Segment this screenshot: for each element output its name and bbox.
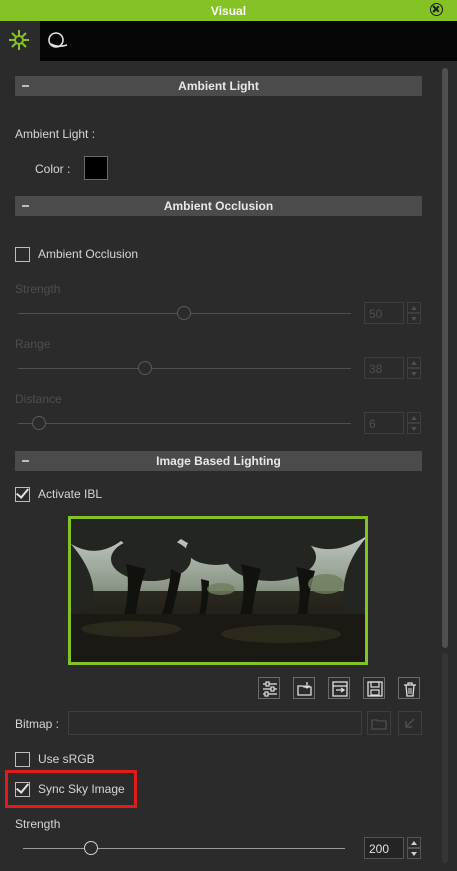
ambient-color-swatch[interactable] <box>84 156 108 180</box>
scrollbar-track[interactable] <box>442 653 448 863</box>
sync-sky-image-checkbox[interactable] <box>15 780 30 797</box>
ao-distance-label: Distance <box>15 392 62 406</box>
window-title: Visual <box>210 4 247 18</box>
ibl-import-button[interactable] <box>328 677 350 699</box>
tab-lighting[interactable] <box>0 21 40 61</box>
section-title: Image Based Lighting <box>156 454 281 468</box>
environment-icon <box>48 32 68 48</box>
section-title: Ambient Occlusion <box>163 199 274 213</box>
section-header-ibl[interactable]: Image Based Lighting <box>15 451 422 471</box>
ao-range-slider[interactable] <box>18 368 351 369</box>
ao-distance-slider[interactable] <box>18 423 351 424</box>
ibl-strength-label: Strength <box>15 817 61 831</box>
ibl-strength-spinner[interactable] <box>407 837 421 859</box>
ao-range-slider-knob[interactable] <box>138 361 152 375</box>
ao-strength-value[interactable]: 50 <box>364 302 404 324</box>
folder-icon <box>371 719 387 730</box>
ibl-open-button[interactable] <box>293 677 315 699</box>
ibl-image-preview[interactable] <box>68 516 368 665</box>
arrow-icon <box>405 718 415 728</box>
save-icon <box>367 681 383 697</box>
use-srgb-checkbox[interactable] <box>15 752 30 767</box>
bitmap-path-field[interactable] <box>68 711 362 735</box>
ambient-occlusion-label: Ambient Occlusion <box>38 247 139 261</box>
activate-ibl-label: Activate IBL <box>38 487 103 501</box>
section-header-ambient-light[interactable]: Ambient Light <box>15 76 422 96</box>
ibl-settings-button[interactable] <box>258 677 280 699</box>
ao-range-label: Range <box>15 337 51 351</box>
ao-range-value[interactable]: 38 <box>364 357 404 379</box>
sync-sky-image-label: Sync Sky Image <box>38 782 125 796</box>
tab-bar <box>0 21 457 61</box>
ibl-save-button[interactable] <box>363 677 385 699</box>
delete-icon <box>404 682 416 697</box>
ao-distance-slider-knob[interactable] <box>32 416 46 430</box>
ao-strength-slider-knob[interactable] <box>177 306 191 320</box>
title-bar: Visual <box>0 0 457 21</box>
ibl-strength-slider[interactable] <box>23 848 345 849</box>
bitmap-label: Bitmap : <box>15 717 60 731</box>
tab-environment[interactable] <box>42 21 72 61</box>
scrollbar[interactable] <box>440 68 452 868</box>
section-header-ambient-occlusion[interactable]: Ambient Occlusion <box>15 196 422 216</box>
ibl-panorama-image <box>71 519 365 662</box>
color-label: Color : <box>35 162 71 176</box>
checkmark-icon <box>15 780 30 794</box>
settings-sliders-icon <box>263 681 277 697</box>
checkmark-icon <box>15 485 30 499</box>
ambient-occlusion-checkbox[interactable] <box>15 247 30 262</box>
sun-icon <box>9 30 29 50</box>
ao-distance-spinner[interactable] <box>407 412 421 434</box>
scrollbar-thumb[interactable] <box>442 68 448 648</box>
section-title: Ambient Light <box>178 79 259 93</box>
activate-ibl-checkbox[interactable] <box>15 485 30 502</box>
ao-strength-label: Strength <box>15 282 61 296</box>
bitmap-clear-button[interactable] <box>398 711 422 735</box>
ibl-delete-button[interactable] <box>398 677 420 699</box>
bitmap-browse-button[interactable] <box>367 711 391 735</box>
ao-strength-spinner[interactable] <box>407 302 421 324</box>
ao-range-spinner[interactable] <box>407 357 421 379</box>
ibl-strength-value[interactable]: 200 <box>364 837 404 859</box>
close-icon[interactable] <box>430 3 443 16</box>
ibl-strength-slider-knob[interactable] <box>84 841 98 855</box>
open-folder-icon <box>297 682 312 696</box>
ao-distance-value[interactable]: 6 <box>364 412 404 434</box>
use-srgb-label: Use sRGB <box>38 752 95 766</box>
import-icon <box>332 681 348 697</box>
ambient-light-label: Ambient Light : <box>15 127 96 141</box>
